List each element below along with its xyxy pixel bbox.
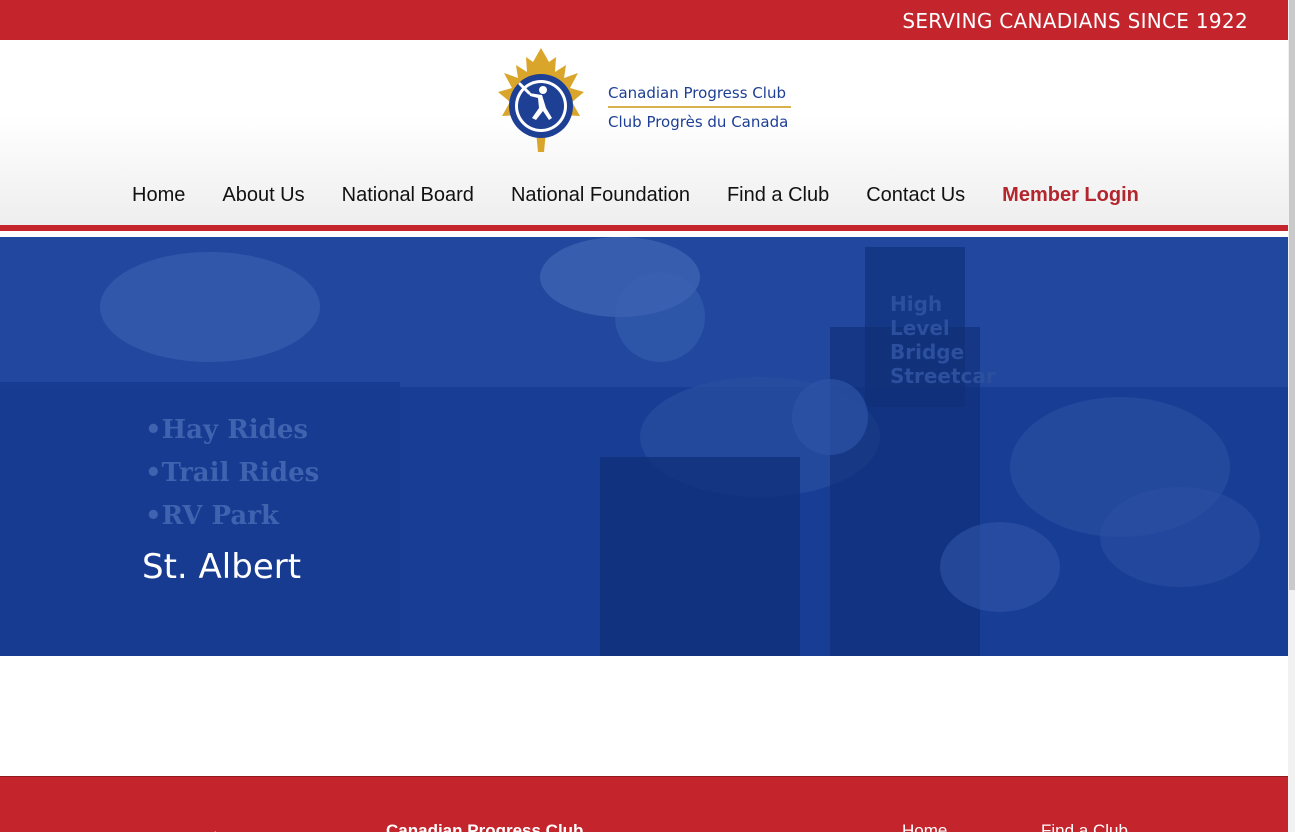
top-bar: SERVING CANADIANS SINCE 1922 bbox=[0, 0, 1288, 40]
logo-text-english: Canadian Progress Club bbox=[608, 84, 786, 102]
sign-line-rv-park: •RV Park bbox=[145, 501, 279, 531]
nav-item-home[interactable]: Home bbox=[132, 183, 185, 207]
tagline: SERVING CANADIANS SINCE 1922 bbox=[902, 9, 1248, 33]
footer-icon: ‹ bbox=[212, 825, 217, 832]
nav-item-find-a-club[interactable]: Find a Club bbox=[727, 183, 829, 207]
nav-item-member-login[interactable]: Member Login bbox=[1002, 183, 1139, 207]
nav-item-national-board[interactable]: National Board bbox=[342, 183, 474, 207]
footer-link-find-a-club[interactable]: Find a Club bbox=[1041, 821, 1128, 832]
scrollbar-thumb[interactable] bbox=[1289, 0, 1295, 590]
sign-line-trail-rides: •Trail Rides bbox=[145, 458, 320, 488]
sign-right-line: Streetcar bbox=[890, 364, 996, 388]
nav-item-contact-us[interactable]: Contact Us bbox=[866, 183, 965, 207]
page: SERVING CANADIANS SINCE 1922 Canadian Pr… bbox=[0, 0, 1288, 832]
maple-leaf-runner-logo-icon bbox=[498, 48, 584, 152]
main-nav: Home About Us National Board National Fo… bbox=[132, 183, 1139, 207]
nav-item-national-foundation[interactable]: National Foundation bbox=[511, 183, 690, 207]
nav-item-about-us[interactable]: About Us bbox=[222, 183, 304, 207]
sign-line-hay-rides: •Hay Rides bbox=[145, 415, 309, 445]
site-logo[interactable]: Canadian Progress Club Club Progrès du C… bbox=[496, 48, 796, 152]
footer-link-home[interactable]: Home bbox=[902, 821, 947, 832]
site-footer: ‹ Canadian Progress Club Home Find a Clu… bbox=[0, 776, 1288, 832]
hero-banner: •Hay Rides •Trail Rides •RV Park High Le… bbox=[0, 237, 1288, 656]
hero-sign-text: •Hay Rides •Trail Rides •RV Park bbox=[145, 409, 319, 538]
footer-brand: Canadian Progress Club bbox=[386, 821, 584, 832]
header-red-divider bbox=[0, 225, 1288, 231]
logo-text-french: Club Progrès du Canada bbox=[608, 113, 789, 131]
sign-right-line: High bbox=[890, 292, 943, 316]
logo-divider bbox=[608, 106, 791, 108]
hero-sign-right: High Level Bridge Streetcar bbox=[890, 292, 996, 388]
page-title: St. Albert bbox=[142, 547, 302, 587]
sign-right-line: Bridge bbox=[890, 340, 965, 364]
site-header: Canadian Progress Club Club Progrès du C… bbox=[0, 40, 1288, 231]
sign-right-line: Level bbox=[890, 316, 950, 340]
